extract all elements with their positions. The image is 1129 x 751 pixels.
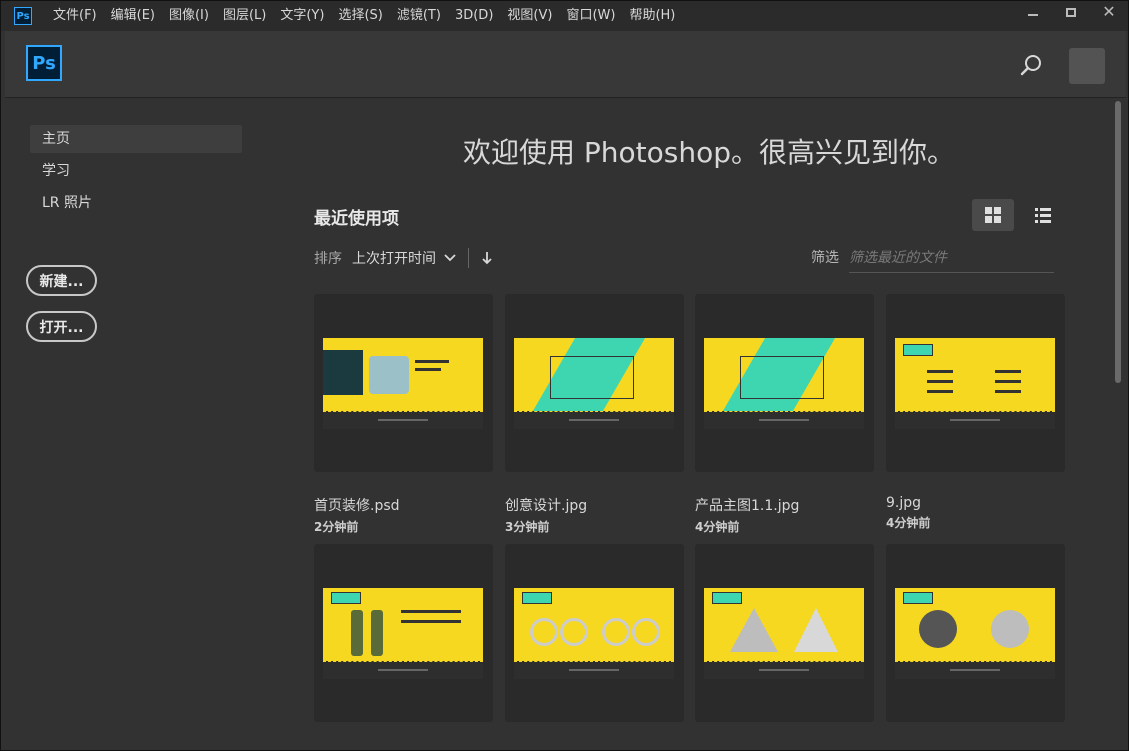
sort-direction-icon[interactable]	[481, 251, 493, 265]
file-time: 4分钟前	[695, 518, 874, 535]
thumbnail-image	[895, 588, 1055, 661]
sidebar-item-learn[interactable]: 学习	[30, 157, 242, 185]
scrollbar[interactable]	[1115, 101, 1121, 383]
chevron-down-icon[interactable]	[444, 254, 456, 262]
list-view-icon	[1035, 207, 1051, 223]
thumbnail-footer	[895, 661, 1055, 679]
divider	[468, 248, 469, 268]
sort-controls: 排序 上次打开时间	[314, 247, 493, 269]
menu-edit[interactable]: 编辑(E)	[104, 1, 162, 31]
file-time: 2分钟前	[314, 518, 493, 535]
thumbnail-image	[895, 338, 1055, 411]
recent-file-card[interactable]: 首页装修.psd 2分钟前	[314, 294, 493, 535]
menu-layer[interactable]: 图层(L)	[216, 1, 273, 31]
home-header: Ps	[5, 31, 1126, 98]
file-name: 9.jpg	[886, 495, 1065, 511]
file-thumbnail[interactable]	[695, 544, 874, 722]
menu-3d[interactable]: 3D(D)	[448, 1, 500, 31]
menu-help[interactable]: 帮助(H)	[622, 1, 682, 31]
minimize-button[interactable]	[1014, 1, 1052, 23]
grid-view-button[interactable]	[972, 199, 1014, 231]
thumbnail-footer	[895, 411, 1055, 429]
new-button[interactable]: 新建...	[26, 265, 97, 296]
recent-file-card[interactable]	[695, 544, 874, 722]
thumbnail-image	[323, 338, 483, 411]
recent-file-card[interactable]: 产品主图1.1.jpg 4分钟前	[695, 294, 874, 535]
recent-file-card[interactable]: 创意设计.jpg 3分钟前	[505, 294, 684, 535]
user-avatar[interactable]	[1069, 48, 1105, 84]
menu-view[interactable]: 视图(V)	[500, 1, 559, 31]
thumbnail-image	[323, 588, 483, 661]
menu-window[interactable]: 窗口(W)	[559, 1, 622, 31]
grid-view-icon	[985, 207, 1001, 223]
window-controls: ✕	[1014, 1, 1128, 23]
menu-image[interactable]: 图像(I)	[162, 1, 216, 31]
recent-file-card[interactable]	[886, 544, 1065, 722]
sidebar: 主页 学习 LR 照片 新建... 打开...	[5, 99, 255, 749]
minimize-icon	[1028, 14, 1038, 16]
menu-type[interactable]: 文字(Y)	[273, 1, 331, 31]
thumbnail-footer	[323, 411, 483, 429]
recent-file-card[interactable]	[505, 544, 684, 722]
file-thumbnail[interactable]	[314, 544, 493, 722]
sidebar-item-home[interactable]: 主页	[30, 125, 242, 153]
recent-title: 最近使用项	[314, 204, 399, 229]
menu-select[interactable]: 选择(S)	[331, 1, 389, 31]
thumbnail-image	[514, 588, 674, 661]
file-time: 4分钟前	[886, 514, 1065, 531]
menu-file[interactable]: 文件(F)	[46, 1, 104, 31]
thumbnail-image	[514, 338, 674, 411]
file-name: 首页装修.psd	[314, 495, 493, 515]
file-thumbnail[interactable]	[695, 294, 874, 472]
open-button[interactable]: 打开...	[26, 311, 97, 342]
maximize-button[interactable]	[1052, 1, 1090, 23]
file-thumbnail[interactable]	[886, 544, 1065, 722]
file-thumbnail[interactable]	[505, 544, 684, 722]
ps-app-icon[interactable]: Ps	[14, 7, 32, 25]
file-thumbnail[interactable]	[505, 294, 684, 472]
close-button[interactable]: ✕	[1090, 1, 1128, 23]
filter-input[interactable]	[849, 243, 1054, 273]
recent-file-card[interactable]: 9.jpg 4分钟前	[886, 294, 1065, 531]
main-content: 欢迎使用 Photoshop。很高兴见到你。 最近使用项 排序 上次打开时间	[255, 99, 1115, 749]
search-button[interactable]	[1019, 53, 1043, 77]
file-thumbnail[interactable]	[314, 294, 493, 472]
thumbnail-footer	[514, 661, 674, 679]
thumbnail-footer	[323, 661, 483, 679]
menu-filter[interactable]: 滤镜(T)	[390, 1, 448, 31]
file-name: 产品主图1.1.jpg	[695, 495, 874, 515]
thumbnail-footer	[514, 411, 674, 429]
sidebar-item-lr-photos[interactable]: LR 照片	[30, 189, 242, 217]
photoshop-logo-icon: Ps	[26, 45, 62, 81]
menubar: Ps 文件(F) 编辑(E) 图像(I) 图层(L) 文字(Y) 选择(S) 滤…	[1, 1, 1128, 31]
thumbnail-image	[704, 338, 864, 411]
photoshop-window: Ps 文件(F) 编辑(E) 图像(I) 图层(L) 文字(Y) 选择(S) 滤…	[0, 0, 1129, 751]
sort-dropdown[interactable]: 上次打开时间	[352, 248, 436, 268]
filter-label: 筛选	[811, 247, 839, 267]
thumbnail-image	[704, 588, 864, 661]
close-icon: ✕	[1102, 4, 1115, 20]
file-time: 3分钟前	[505, 518, 684, 535]
sort-label: 排序	[314, 248, 342, 268]
thumbnail-footer	[704, 661, 864, 679]
welcome-heading: 欢迎使用 Photoshop。很高兴见到你。	[255, 131, 1055, 171]
recent-file-card[interactable]	[314, 544, 493, 722]
search-icon	[1019, 53, 1043, 77]
file-thumbnail[interactable]	[886, 294, 1065, 472]
file-name: 创意设计.jpg	[505, 495, 684, 515]
thumbnail-footer	[704, 411, 864, 429]
maximize-icon	[1066, 8, 1076, 17]
list-view-button[interactable]	[1022, 199, 1064, 231]
